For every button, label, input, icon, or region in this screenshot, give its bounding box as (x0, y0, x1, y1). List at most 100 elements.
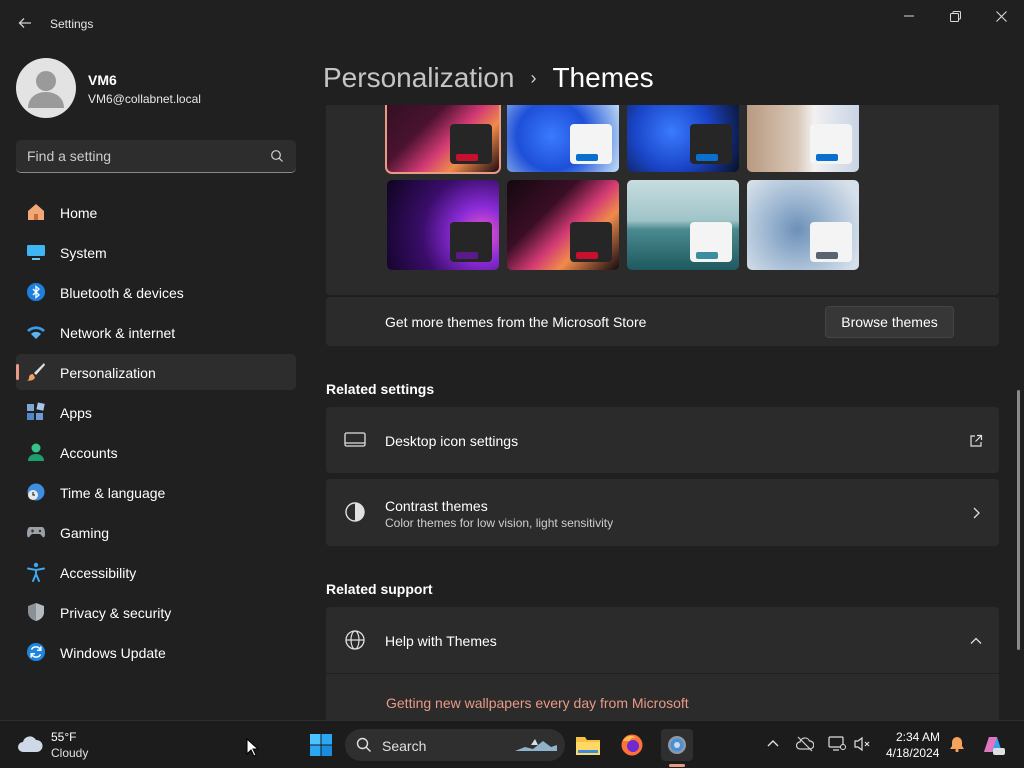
browse-themes-button[interactable]: Browse themes (825, 306, 954, 338)
theme-tile-sunrise-bloom[interactable] (747, 180, 859, 270)
theme-accent-bar (576, 252, 598, 259)
sidebar-item-label: Windows Update (60, 645, 166, 661)
search-icon (356, 737, 371, 752)
wallpapers-help-link[interactable]: Getting new wallpapers every day from Mi… (386, 695, 689, 711)
sidebar-item-label: Privacy & security (60, 605, 172, 621)
microsoft-store-row: Get more themes from the Microsoft Store… (326, 296, 999, 346)
file-explorer-button[interactable] (572, 729, 604, 761)
sidebar-item-label: Accessibility (60, 565, 137, 581)
breadcrumb: Personalization › Themes (323, 58, 654, 98)
sidebar-item-personalization[interactable]: Personalization (16, 354, 296, 390)
restore-icon (949, 10, 961, 22)
breadcrumb-parent[interactable]: Personalization (323, 62, 514, 94)
minimize-icon (904, 15, 914, 17)
wifi-icon (27, 326, 45, 339)
theme-accent-bar (576, 154, 598, 161)
firefox-button[interactable] (616, 729, 648, 761)
avatar[interactable] (16, 58, 76, 118)
sidebar-item-privacy[interactable]: Privacy & security (16, 594, 296, 630)
theme-tile-glow-flower[interactable] (385, 105, 501, 174)
taskbar-search[interactable]: Search (345, 729, 565, 761)
person-icon (28, 443, 44, 461)
sidebar-item-label: Time & language (60, 485, 166, 501)
sidebar-item-accounts[interactable]: Accounts (16, 434, 296, 470)
taskbar: 55°F Cloudy Search 2:34 AM 4/18/2024 (0, 720, 1024, 768)
window-title: Settings (50, 17, 94, 31)
back-arrow-icon (18, 18, 31, 28)
page-title: Themes (552, 62, 654, 93)
cloud-icon[interactable] (16, 733, 44, 755)
notification-bell-icon[interactable] (948, 735, 966, 753)
sidebar-item-label: Bluetooth & devices (60, 285, 184, 301)
gear-icon (668, 736, 686, 754)
content-pane: Get more themes from the Microsoft Store… (312, 105, 1012, 720)
contrast-icon (345, 502, 365, 522)
chevron-up-icon (970, 637, 982, 644)
start-button[interactable] (305, 729, 337, 761)
theme-tile-flower-dark[interactable] (507, 180, 619, 270)
globe-icon (345, 630, 365, 650)
theme-tile-glow[interactable] (387, 180, 499, 270)
search-highlight-icon (515, 739, 557, 751)
contrast-themes-row[interactable]: Contrast themes Color themes for low vis… (326, 479, 999, 546)
theme-tile-captured-motion[interactable] (747, 105, 859, 172)
person-silhouette-icon (28, 71, 64, 108)
close-button[interactable] (978, 4, 1024, 28)
desktop-icon-settings-row[interactable]: Desktop icon settings (326, 407, 999, 473)
accessibility-icon (27, 562, 45, 582)
sidebar-item-accessibility[interactable]: Accessibility (16, 554, 296, 590)
help-with-themes-row[interactable]: Help with Themes (326, 607, 999, 673)
theme-tile-bloom-light[interactable] (507, 105, 619, 172)
theme-accent-bar (696, 154, 718, 161)
sidebar-item-system[interactable]: System (16, 234, 296, 270)
network-display-icon[interactable] (828, 735, 846, 753)
system-icon (27, 245, 45, 260)
chevron-up-icon[interactable] (764, 735, 782, 753)
sidebar-item-bluetooth[interactable]: Bluetooth & devices (16, 274, 296, 310)
sidebar-item-label: Personalization (60, 365, 156, 381)
shield-icon (28, 603, 44, 621)
minimize-button[interactable] (886, 4, 932, 28)
onedrive-off-icon[interactable] (796, 735, 814, 753)
clock-date[interactable]: 4/18/2024 (886, 746, 939, 760)
theme-tile-bloom-dark[interactable] (627, 105, 739, 172)
related-support-heading: Related support (326, 581, 433, 597)
windows-logo-icon (310, 734, 332, 756)
sidebar-item-home[interactable]: Home (16, 194, 296, 230)
breadcrumb-separator: › (530, 67, 537, 88)
theme-accent-bar (456, 154, 478, 161)
weather-condition[interactable]: Cloudy (51, 746, 88, 760)
sidebar-item-label: Apps (60, 405, 92, 421)
store-text: Get more themes from the Microsoft Store (385, 314, 647, 330)
volume-muted-icon[interactable] (853, 735, 871, 753)
search-icon[interactable] (270, 149, 284, 163)
sidebar-item-time-language[interactable]: Time & language (16, 474, 296, 510)
theme-accent-bar (816, 252, 838, 259)
sidebar-item-network[interactable]: Network & internet (16, 314, 296, 350)
sidebar-item-label: Network & internet (60, 325, 176, 341)
row-subtitle: Color themes for low vision, light sensi… (385, 516, 614, 530)
user-email: VM6@collabnet.local (88, 92, 201, 106)
search-input[interactable] (27, 148, 267, 164)
theme-gallery (326, 105, 999, 295)
restore-button[interactable] (932, 4, 978, 28)
sidebar-item-gaming[interactable]: Gaming (16, 514, 296, 550)
sidebar-item-label: System (60, 245, 107, 261)
back-button[interactable] (14, 12, 36, 34)
external-link-icon (970, 434, 983, 447)
sidebar-item-label: Home (60, 205, 98, 221)
scrollbar-thumb[interactable] (1017, 390, 1020, 650)
settings-taskbar-button[interactable] (661, 729, 693, 761)
copilot-icon[interactable] (980, 732, 1006, 758)
theme-accent-bar (456, 252, 478, 259)
theme-tile-lake[interactable] (627, 180, 739, 270)
clock-time[interactable]: 2:34 AM (896, 730, 940, 744)
clock-globe-icon (27, 483, 45, 501)
folder-icon (576, 737, 600, 755)
firefox-icon (621, 734, 643, 756)
sidebar-item-apps[interactable]: Apps (16, 394, 296, 430)
settings-search[interactable] (16, 140, 296, 173)
sidebar-item-label: Accounts (60, 445, 118, 461)
sidebar-item-windows-update[interactable]: Windows Update (16, 634, 296, 670)
weather-temperature[interactable]: 55°F (51, 730, 76, 744)
